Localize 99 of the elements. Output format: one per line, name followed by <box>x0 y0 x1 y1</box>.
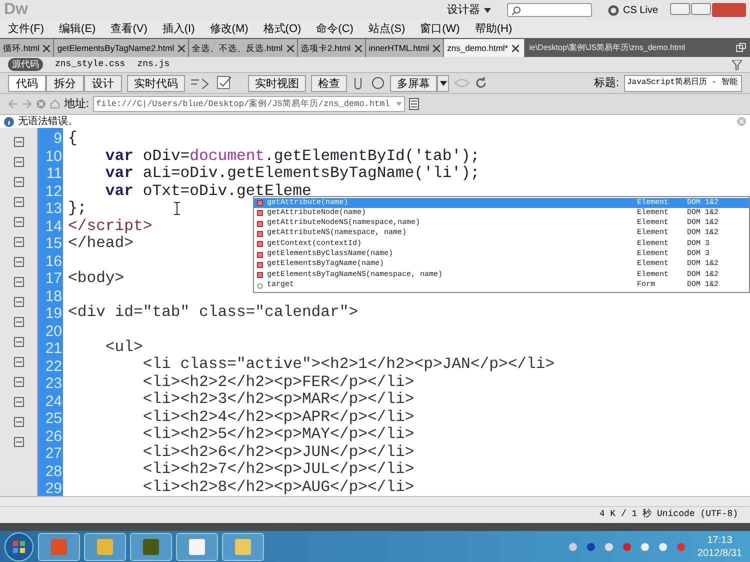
menu-item[interactable]: 命令(C) <box>316 20 354 38</box>
code-line: <li><h2>2</h2><p>FER</p></li> <box>142 372 414 390</box>
line-number: 25 <box>44 410 63 428</box>
code-line: <ul> <box>104 338 143 356</box>
code-line: <div id="tab" class="calendar"> <box>68 303 358 321</box>
info-message: 无语法错误。 <box>18 114 78 129</box>
address-label: 地址: <box>64 96 90 112</box>
menu-item[interactable]: 窗口(W) <box>420 20 460 38</box>
code-line: <li><h2>6</h2><p>JUN</p></li> <box>142 442 414 460</box>
menu-item[interactable]: 查看(V) <box>110 20 148 38</box>
view-button[interactable]: 设计 <box>84 74 122 92</box>
restore-icon[interactable] <box>736 43 746 52</box>
horizontal-scrollbar[interactable] <box>0 496 750 506</box>
menu-item[interactable]: 修改(M) <box>210 20 248 38</box>
code-line: var oTxt=oDiv.getEleme <box>104 182 312 200</box>
related-file[interactable]: 源代码 <box>8 58 43 72</box>
address-field[interactable]: file:///C|/Users/blue/Desktop/案例/JS简易年历/zns_demo.html <box>93 96 406 112</box>
close-icon[interactable] <box>512 44 520 52</box>
document-tab[interactable]: 循环.html <box>0 39 54 57</box>
code-line: <li><h2>4</h2><p>APR</p></li> <box>142 408 414 426</box>
line-number: 23 <box>44 375 63 392</box>
start-button[interactable] <box>4 532 34 562</box>
document-tab[interactable]: innerHTML.html <box>366 39 444 57</box>
circle-icon <box>608 4 619 16</box>
workspace-switcher[interactable]: 设计器 <box>438 2 499 18</box>
code-line: { <box>68 129 78 147</box>
close-icon[interactable] <box>286 44 294 52</box>
status-text: 4 K / 1 秒 Unicode (UTF-8) <box>599 508 738 522</box>
refresh-icon[interactable] <box>475 77 487 89</box>
inspect-button[interactable]: 检查 <box>311 74 347 92</box>
code-line: var oDiv=document.getElementById('tab'); <box>104 146 480 164</box>
live-view-button[interactable]: 实时视图 <box>248 74 306 92</box>
line-number: 10 <box>44 148 63 165</box>
line-number: 11 <box>45 165 63 182</box>
document-tab[interactable]: getElementsByTagName2.html <box>54 39 190 57</box>
app-logo: Dw <box>4 0 29 20</box>
restore-button[interactable] <box>691 3 711 15</box>
line-number: 26 <box>44 428 63 445</box>
line-number: 13 <box>44 200 63 218</box>
document-tab[interactable]: zns_demo.html* <box>444 39 526 57</box>
text-cursor-icon <box>174 202 180 215</box>
line-number: 27 <box>44 445 63 462</box>
code-line: </head> <box>68 234 134 252</box>
menu-item[interactable]: 编辑(E) <box>59 20 96 38</box>
document-path: ie\Desktop\案例\JS简易年历\zns_demo.html <box>529 42 686 54</box>
live-code-button[interactable]: 实时代码 <box>127 74 185 92</box>
code-line: <li><h2>7</h2><p>JUL</p></li> <box>142 460 414 478</box>
line-number: 17 <box>44 270 63 288</box>
code-line: <body> <box>68 268 124 286</box>
view-button[interactable]: 拆分 <box>46 74 84 92</box>
line-number: 16 <box>44 252 63 270</box>
checklist-icon[interactable] <box>217 76 233 90</box>
multiscreen-button[interactable]: 多屏幕 <box>390 74 437 92</box>
line-number: 19 <box>44 305 63 322</box>
line-number: 24 <box>44 392 63 410</box>
code-line: </script> <box>68 216 152 234</box>
close-icon[interactable] <box>354 44 362 52</box>
related-file[interactable]: zns_style.css <box>55 58 126 72</box>
caret-icon <box>396 102 402 106</box>
code-line: <li><h2>5</h2><p>MAY</p></li> <box>142 425 414 443</box>
property-icon <box>257 282 263 289</box>
search-icon <box>512 6 521 14</box>
line-number: 20 <box>44 322 63 340</box>
menu-item[interactable]: 帮助(H) <box>474 20 512 38</box>
code-line: var aLi=oDiv.getElementsByTagName('li'); <box>104 164 480 182</box>
caret-icon <box>484 8 491 12</box>
cs-live-label[interactable]: CS Live <box>622 2 658 18</box>
line-number: 28 <box>44 462 63 480</box>
stop-icon[interactable] <box>36 99 46 109</box>
line-number: 12 <box>44 182 63 200</box>
search-field[interactable] <box>506 3 592 17</box>
dropdown-button[interactable] <box>437 74 449 92</box>
line-number: 14 <box>44 218 63 235</box>
menu-item[interactable]: 插入(I) <box>162 20 195 38</box>
minimize-button[interactable] <box>670 3 690 15</box>
document-tab[interactable]: 全选、不选、反选.html <box>189 39 298 57</box>
line-number: 18 <box>44 288 63 305</box>
close-icon[interactable] <box>178 44 186 52</box>
caret-icon <box>440 80 446 86</box>
line-number: 15 <box>44 235 63 252</box>
menu-item[interactable]: 站点(S) <box>368 20 406 38</box>
related-file[interactable]: zns.js <box>137 58 170 72</box>
menu-item[interactable]: 格式(O) <box>263 20 302 38</box>
line-number: 21 <box>44 340 63 358</box>
line-number: 22 <box>44 358 63 375</box>
line-number: 29 <box>44 480 63 498</box>
line-number: 9 <box>52 130 63 148</box>
code-line: <li><h2>8</h2><p>AUG</p></li> <box>142 478 414 496</box>
document-tab[interactable]: 选项卡2.html <box>298 39 366 57</box>
title-label: 标题: <box>594 76 619 91</box>
code-line: }; <box>68 199 87 217</box>
close-icon[interactable] <box>43 44 50 52</box>
title-field[interactable]: JavaScript简易日历 - 智能 <box>624 74 742 92</box>
code-line: <li class="active"><h2>1</h2><p>JAN</p></li> <box>142 355 555 373</box>
filter-icon[interactable] <box>732 60 742 70</box>
view-button[interactable]: 代码 <box>8 74 46 92</box>
close-icon[interactable] <box>433 44 440 52</box>
code-line: <li><h2>3</h2><p>MAR</p></li> <box>142 390 414 408</box>
menu-item[interactable]: 文件(F) <box>8 20 44 38</box>
